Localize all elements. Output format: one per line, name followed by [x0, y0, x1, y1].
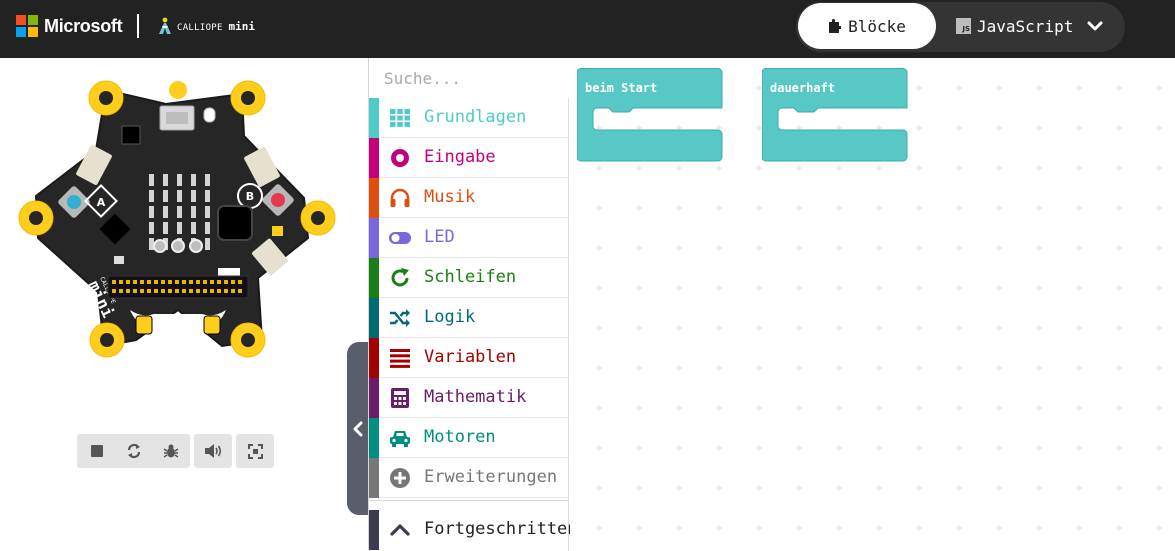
refresh-icon — [391, 268, 409, 287]
header-divider — [137, 14, 139, 38]
category-label: Logik — [424, 307, 476, 327]
puzzle-icon — [829, 18, 842, 33]
category-label: Fortgeschritten — [424, 519, 578, 539]
category-color-bar — [369, 178, 379, 218]
mute-button[interactable] — [195, 434, 232, 468]
category-color-bar — [369, 138, 379, 178]
toolbox-search-input[interactable] — [369, 58, 569, 98]
category-label: LED — [424, 227, 455, 247]
makecode-editor: Microsoft CALLIOPE mini Blöcke JS JavaSc… — [0, 0, 1175, 551]
on-start-block-label: beim Start — [585, 81, 658, 95]
category-label: Schleifen — [424, 267, 517, 287]
category-musik[interactable]: Musik — [369, 178, 569, 218]
chevron-left-icon — [353, 421, 363, 436]
microsoft-squares-icon — [16, 15, 38, 37]
category-label: Musik — [424, 187, 476, 207]
category-color-bar — [369, 218, 379, 258]
top-bar: Microsoft CALLIOPE mini Blöcke JS JavaSc… — [0, 0, 1175, 58]
category-logik[interactable]: Logik — [369, 298, 569, 338]
category-label: Eingabe — [424, 147, 496, 167]
headphones-icon — [390, 188, 410, 207]
simulator-panel: A B mini CALLIOPE — [0, 58, 367, 551]
category-color-bar — [369, 338, 379, 378]
blocks-mode-label: Blöcke — [848, 16, 906, 36]
category-color-bar — [369, 298, 379, 338]
fullscreen-button[interactable] — [237, 434, 274, 468]
category-label: Erweiterungen — [424, 467, 558, 487]
js-file-icon: JS — [956, 18, 971, 34]
on-start-block[interactable]: beim Start — [576, 68, 723, 166]
calliope-figure-icon — [159, 17, 171, 34]
plus-circle-icon — [390, 468, 410, 488]
category-mathematik[interactable]: Mathematik — [369, 378, 569, 418]
chevron-up-icon — [390, 524, 410, 536]
button-a-label: A — [97, 196, 106, 209]
circle-dot-icon — [391, 149, 409, 167]
blocks-mode-button[interactable]: Blöcke — [798, 3, 936, 49]
blocks-workspace[interactable]: beim Start dauerhaft — [570, 58, 1175, 551]
category-grundlagen[interactable]: Grundlagen — [369, 98, 569, 138]
editor-mode-toggle: Blöcke JS JavaScript — [796, 2, 1125, 52]
restart-icon — [127, 443, 140, 459]
category-erweiterungen[interactable]: Erweiterungen — [369, 458, 569, 498]
forever-block-label: dauerhaft — [770, 81, 836, 95]
chevron-down-icon[interactable] — [1087, 17, 1103, 35]
forever-block[interactable]: dauerhaft — [761, 68, 908, 166]
grid-icon — [390, 109, 410, 127]
list-icon — [390, 349, 410, 368]
category-label: Mathematik — [424, 387, 527, 407]
category-label: Motoren — [424, 427, 496, 447]
collapse-simulator-button[interactable] — [347, 342, 369, 515]
calculator-icon — [391, 388, 409, 408]
calliope-board[interactable]: A B mini CALLIOPE — [18, 78, 338, 358]
category-label: Variablen — [424, 347, 517, 367]
microsoft-brand-text: Microsoft — [44, 15, 123, 36]
javascript-mode-button[interactable]: JS JavaScript — [956, 3, 1073, 49]
calliope-brand-logo[interactable]: CALLIOPE mini — [156, 17, 255, 35]
category-color-bar — [369, 258, 379, 298]
category-schleifen[interactable]: Schleifen — [369, 258, 569, 298]
category-variablen[interactable]: Variablen — [369, 338, 569, 378]
category-eingabe[interactable]: Eingabe — [369, 138, 569, 178]
toolbox-search — [369, 58, 569, 98]
stop-button[interactable] — [78, 434, 115, 468]
shuffle-icon — [390, 309, 410, 327]
debug-button[interactable] — [152, 434, 189, 468]
category-fortgeschritten[interactable]: Fortgeschritten — [369, 510, 578, 550]
fullscreen-icon — [248, 443, 263, 459]
speaker-icon — [204, 444, 221, 458]
javascript-mode-label: JavaScript — [977, 16, 1074, 36]
category-color-bar — [369, 510, 379, 550]
toolbox-separator — [369, 500, 569, 508]
bug-icon — [163, 444, 178, 458]
block-toolbox: Grundlagen Eingabe Musik LED — [368, 58, 578, 551]
restart-button[interactable] — [115, 434, 152, 468]
category-color-bar — [369, 378, 379, 418]
button-b-label: B — [246, 190, 254, 203]
car-icon — [390, 431, 410, 447]
stop-icon — [90, 445, 103, 457]
category-motoren[interactable]: Motoren — [369, 418, 569, 458]
toggle-icon — [389, 232, 411, 244]
microsoft-logo[interactable]: Microsoft — [16, 15, 123, 37]
category-label: Grundlagen — [424, 107, 527, 127]
category-color-bar — [369, 98, 379, 138]
calliope-brand-text: CALLIOPE mini — [177, 19, 255, 33]
category-led[interactable]: LED — [369, 218, 569, 258]
category-color-bar — [369, 458, 379, 498]
category-color-bar — [369, 418, 379, 458]
